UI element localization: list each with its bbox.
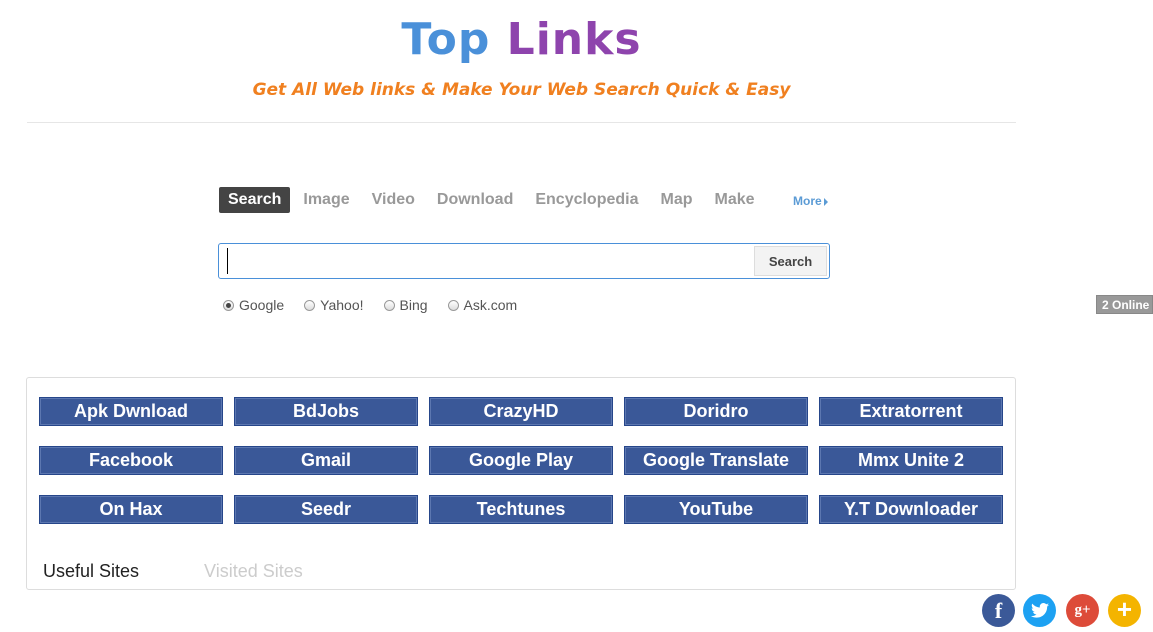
link-button[interactable]: Doridro xyxy=(624,397,808,426)
tab-image[interactable]: Image xyxy=(294,187,358,213)
link-button[interactable]: On Hax xyxy=(39,495,223,524)
google-plus-icon[interactable]: g+ xyxy=(1066,594,1099,627)
facebook-icon[interactable]: f xyxy=(982,594,1015,627)
link-button[interactable]: CrazyHD xyxy=(429,397,613,426)
engine-label: Google xyxy=(239,297,285,313)
link-button[interactable]: Google Translate xyxy=(624,446,808,475)
links-panel: Apk Dwnload BdJobs CrazyHD Doridro Extra… xyxy=(26,377,1016,590)
tab-useful-sites[interactable]: Useful Sites xyxy=(43,561,139,582)
engine-label: Bing xyxy=(399,297,428,313)
search-box: Search xyxy=(218,243,830,279)
engine-option-google[interactable]: Google xyxy=(223,297,284,313)
link-button[interactable]: Google Play xyxy=(429,446,613,475)
more-label: More xyxy=(793,194,822,208)
link-button[interactable]: Gmail xyxy=(234,446,418,475)
link-button[interactable]: Y.T Downloader xyxy=(819,495,1003,524)
link-button[interactable]: Techtunes xyxy=(429,495,613,524)
tab-search[interactable]: Search xyxy=(219,187,291,213)
link-button[interactable]: Mmx Unite 2 xyxy=(819,446,1003,475)
share-plus-icon[interactable]: + xyxy=(1108,594,1141,627)
search-tabs: Search Image Video Download Encyclopedia… xyxy=(219,187,768,213)
radio-icon[interactable] xyxy=(383,299,395,311)
online-users-badge[interactable]: 2 Online U xyxy=(1096,295,1153,314)
tab-visited-sites[interactable]: Visited Sites xyxy=(204,561,303,582)
chevron-right-icon xyxy=(823,197,828,206)
engine-option-yahoo[interactable]: Yahoo! xyxy=(304,297,364,313)
search-engine-options: Google Yahoo! Bing Ask.com xyxy=(223,297,537,313)
radio-icon[interactable] xyxy=(304,299,316,311)
link-button[interactable]: Seedr xyxy=(234,495,418,524)
radio-icon[interactable] xyxy=(223,299,234,311)
radio-icon[interactable] xyxy=(447,299,459,311)
tab-map[interactable]: Map xyxy=(652,187,702,213)
site-header: Top Links Get All Web links & Make Your … xyxy=(27,0,1016,123)
link-button[interactable]: YouTube xyxy=(624,495,808,524)
panel-tabs: Useful Sites Visited Sites xyxy=(43,561,368,582)
engine-option-ask[interactable]: Ask.com xyxy=(447,297,518,313)
engine-option-bing[interactable]: Bing xyxy=(383,297,428,313)
tab-encyclopedia[interactable]: Encyclopedia xyxy=(526,187,647,213)
engine-label: Yahoo! xyxy=(320,297,364,313)
twitter-icon[interactable] xyxy=(1023,594,1056,627)
tab-make[interactable]: Make xyxy=(706,187,764,213)
site-tagline: Get All Web links & Make Your Web Search… xyxy=(252,80,791,100)
link-button[interactable]: Apk Dwnload xyxy=(39,397,223,426)
link-button[interactable]: Facebook xyxy=(39,446,223,475)
more-tabs-link[interactable]: More xyxy=(793,194,828,208)
tab-video[interactable]: Video xyxy=(363,187,424,213)
search-button[interactable]: Search xyxy=(754,246,827,276)
link-button[interactable]: BdJobs xyxy=(234,397,418,426)
tab-download[interactable]: Download xyxy=(428,187,522,213)
search-input[interactable] xyxy=(227,248,747,274)
logo-word-top: Top xyxy=(401,14,491,65)
links-grid: Apk Dwnload BdJobs CrazyHD Doridro Extra… xyxy=(39,397,1003,524)
engine-label: Ask.com xyxy=(463,297,518,313)
site-logo[interactable]: Top Links xyxy=(27,12,1016,68)
link-button[interactable]: Extratorrent xyxy=(819,397,1003,426)
logo-word-links: Links xyxy=(506,14,642,65)
